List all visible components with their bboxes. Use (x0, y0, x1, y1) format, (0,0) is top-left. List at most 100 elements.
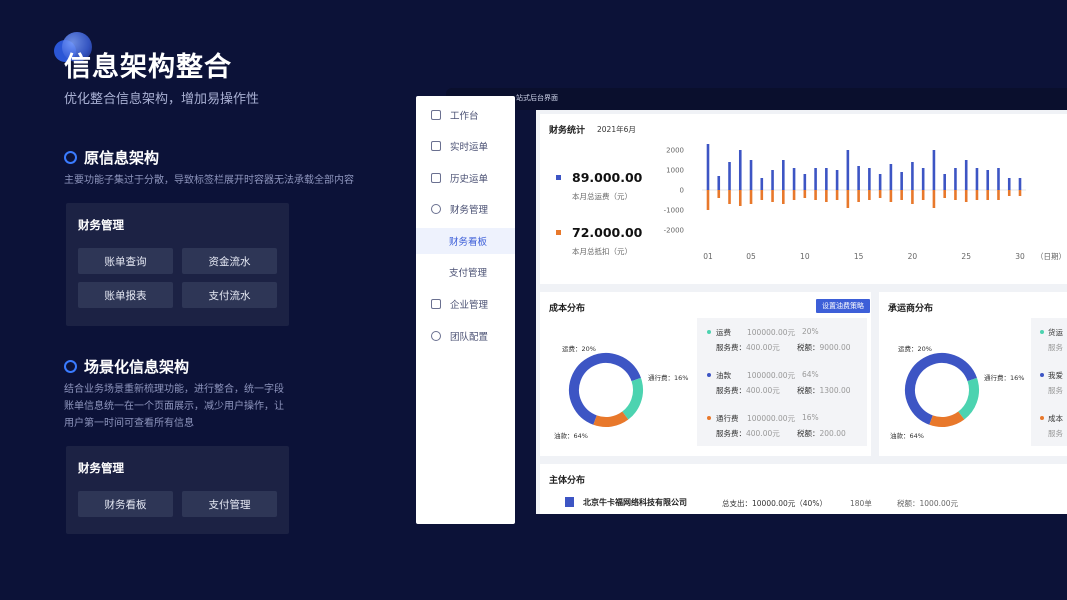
card-title: 财务管理 (78, 461, 124, 475)
nav-workbench[interactable]: 工作台 (416, 102, 515, 128)
chip-fund-flow[interactable]: 资金流水 (182, 248, 277, 274)
x-tick-label: 20 (908, 252, 918, 261)
nav-finance-board[interactable]: 财务看板 (416, 228, 515, 254)
app-topbar: 站式后台界面 (446, 88, 1067, 110)
bar-freight (964, 160, 968, 190)
legend-dot (1040, 330, 1044, 334)
bar-freight (1007, 178, 1011, 190)
bar-deduct (964, 190, 968, 202)
subject-company: 北京牛卡福网络科技有限公司 (583, 498, 687, 507)
bar-freight (825, 168, 828, 190)
bar-deduct (825, 190, 828, 202)
bar-deduct (738, 190, 742, 206)
finance-date: 2021年6月 (597, 125, 636, 134)
bar-freight (706, 144, 710, 190)
bar-freight (717, 176, 721, 190)
ring-icon (64, 151, 77, 164)
y-tick-label: 2000 (666, 147, 684, 155)
nav-realtime-orders[interactable]: 实时运单 (416, 133, 515, 159)
bar-freight (803, 174, 807, 190)
bar-deduct (717, 190, 721, 198)
legend-dot (707, 416, 711, 420)
nav-enterprise[interactable]: 企业管理 (416, 291, 515, 317)
subject-tax: 税额：1000.00元 (897, 499, 959, 508)
bar-deduct (706, 190, 710, 210)
chip-pay-manage[interactable]: 支付管理 (182, 491, 277, 517)
bar-freight (814, 168, 817, 190)
chip-bill-report[interactable]: 账单报表 (78, 282, 173, 308)
bar-deduct (878, 190, 882, 198)
bar-deduct (868, 190, 871, 200)
chip-bill-query[interactable]: 账单查询 (78, 248, 173, 274)
chip-finance-board[interactable]: 财务看板 (78, 491, 173, 517)
bar-freight (738, 150, 742, 190)
bar-freight (911, 162, 914, 190)
chip-pay-flow[interactable]: 支付流水 (182, 282, 277, 308)
bar-deduct (857, 190, 860, 202)
bar-deduct (782, 190, 785, 204)
bar-freight (782, 160, 785, 190)
bar-deduct (803, 190, 807, 198)
nav-history-orders[interactable]: 历史运单 (416, 165, 515, 191)
bar-freight (921, 168, 925, 190)
app-window: 站式后台界面 工作台 实时运单 历史运单 财务管理 财务看板 支付管理 企业管理… (416, 88, 1067, 524)
x-axis-label: （日期） (1036, 252, 1065, 261)
deduct-label: 本月总抵扣（元） (572, 247, 632, 256)
carrier-legend: 货运 服务 我爱 服务 成本 服务 (1031, 318, 1067, 446)
bar-freight (943, 174, 946, 190)
bar-deduct (986, 190, 990, 200)
legend-dot (1040, 373, 1044, 377)
app-topbar-title: 站式后台界面 (516, 94, 558, 102)
nav-team[interactable]: 团队配置 (416, 323, 515, 349)
deduct-marker (556, 230, 561, 235)
bar-freight (954, 168, 957, 190)
bar-freight (760, 178, 764, 190)
bar-deduct (760, 190, 764, 200)
bar-freight (889, 164, 893, 190)
bar-freight (900, 172, 903, 190)
y-tick-label: -2000 (664, 227, 684, 235)
donut-label-freight: 运费：20% (898, 344, 932, 353)
cost-panel: 成本分布 设置油费策略 运费：20% 通行费：16% 油款：64% 运费 100… (540, 292, 871, 456)
original-card: 财务管理 账单查询 资金流水 账单报表 支付流水 (66, 203, 289, 326)
freight-label: 本月总运费（元） (572, 192, 632, 201)
subject-total: 总支出：10000.00元（40%） (722, 499, 827, 508)
set-oil-strategy-button[interactable]: 设置油费策略 (816, 299, 870, 313)
legend-dot (707, 330, 711, 334)
x-tick-label: 30 (1015, 252, 1025, 261)
bar-deduct (932, 190, 936, 208)
layers-icon (431, 110, 441, 120)
app-content: 财务统计 2021年6月 89.000.00 本月总运费（元） 72.000.0… (536, 110, 1067, 514)
subject-title: 主体分布 (549, 476, 586, 486)
bar-deduct (728, 190, 731, 204)
bar-freight (878, 174, 882, 190)
bar-deduct (975, 190, 979, 200)
nav-finance[interactable]: 财务管理 (416, 196, 515, 222)
freight-value: 89.000.00 (572, 170, 643, 185)
section-scene-desc: 结合业务场景重新梳理功能，进行整合，统一字段 账单信息统一在一个页面展示，减少用… (64, 384, 284, 429)
bar-deduct (846, 190, 850, 208)
finance-panel: 财务统计 2021年6月 89.000.00 本月总运费（元） 72.000.0… (540, 114, 1067, 284)
document-icon (431, 141, 441, 151)
bar-deduct (911, 190, 914, 204)
cost-legend: 运费 100000.00元 20% 服务费：400.00元 税额：9000.00… (697, 318, 867, 446)
building-icon (565, 497, 574, 507)
bar-deduct (943, 190, 946, 198)
carrier-title: 承运商分布 (888, 304, 934, 314)
finance-bar-chart: 2000 1000 0 -1000 -2000 01 05 10 15 20 25 30 （日期） (664, 144, 1065, 261)
x-tick-label: 25 (961, 252, 971, 261)
scene-card: 财务管理 财务看板 支付管理 (66, 446, 289, 534)
x-tick-label: 01 (703, 252, 713, 261)
bar-freight (975, 168, 979, 190)
bar-freight (749, 160, 753, 190)
donut-label-oil: 油款：64% (890, 431, 924, 440)
bar-deduct (1018, 190, 1022, 196)
donut-label-toll: 通行费：16% (648, 373, 688, 382)
y-tick-label: 1000 (666, 167, 684, 175)
bar-freight (997, 168, 1000, 190)
subject-orders: 180单 (850, 499, 872, 508)
nav-pay-manage[interactable]: 支付管理 (416, 259, 515, 285)
bar-freight (868, 168, 871, 190)
cost-donut-chart: 运费：20% 通行费：16% 油款：64% (554, 344, 688, 440)
bar-deduct (749, 190, 753, 204)
